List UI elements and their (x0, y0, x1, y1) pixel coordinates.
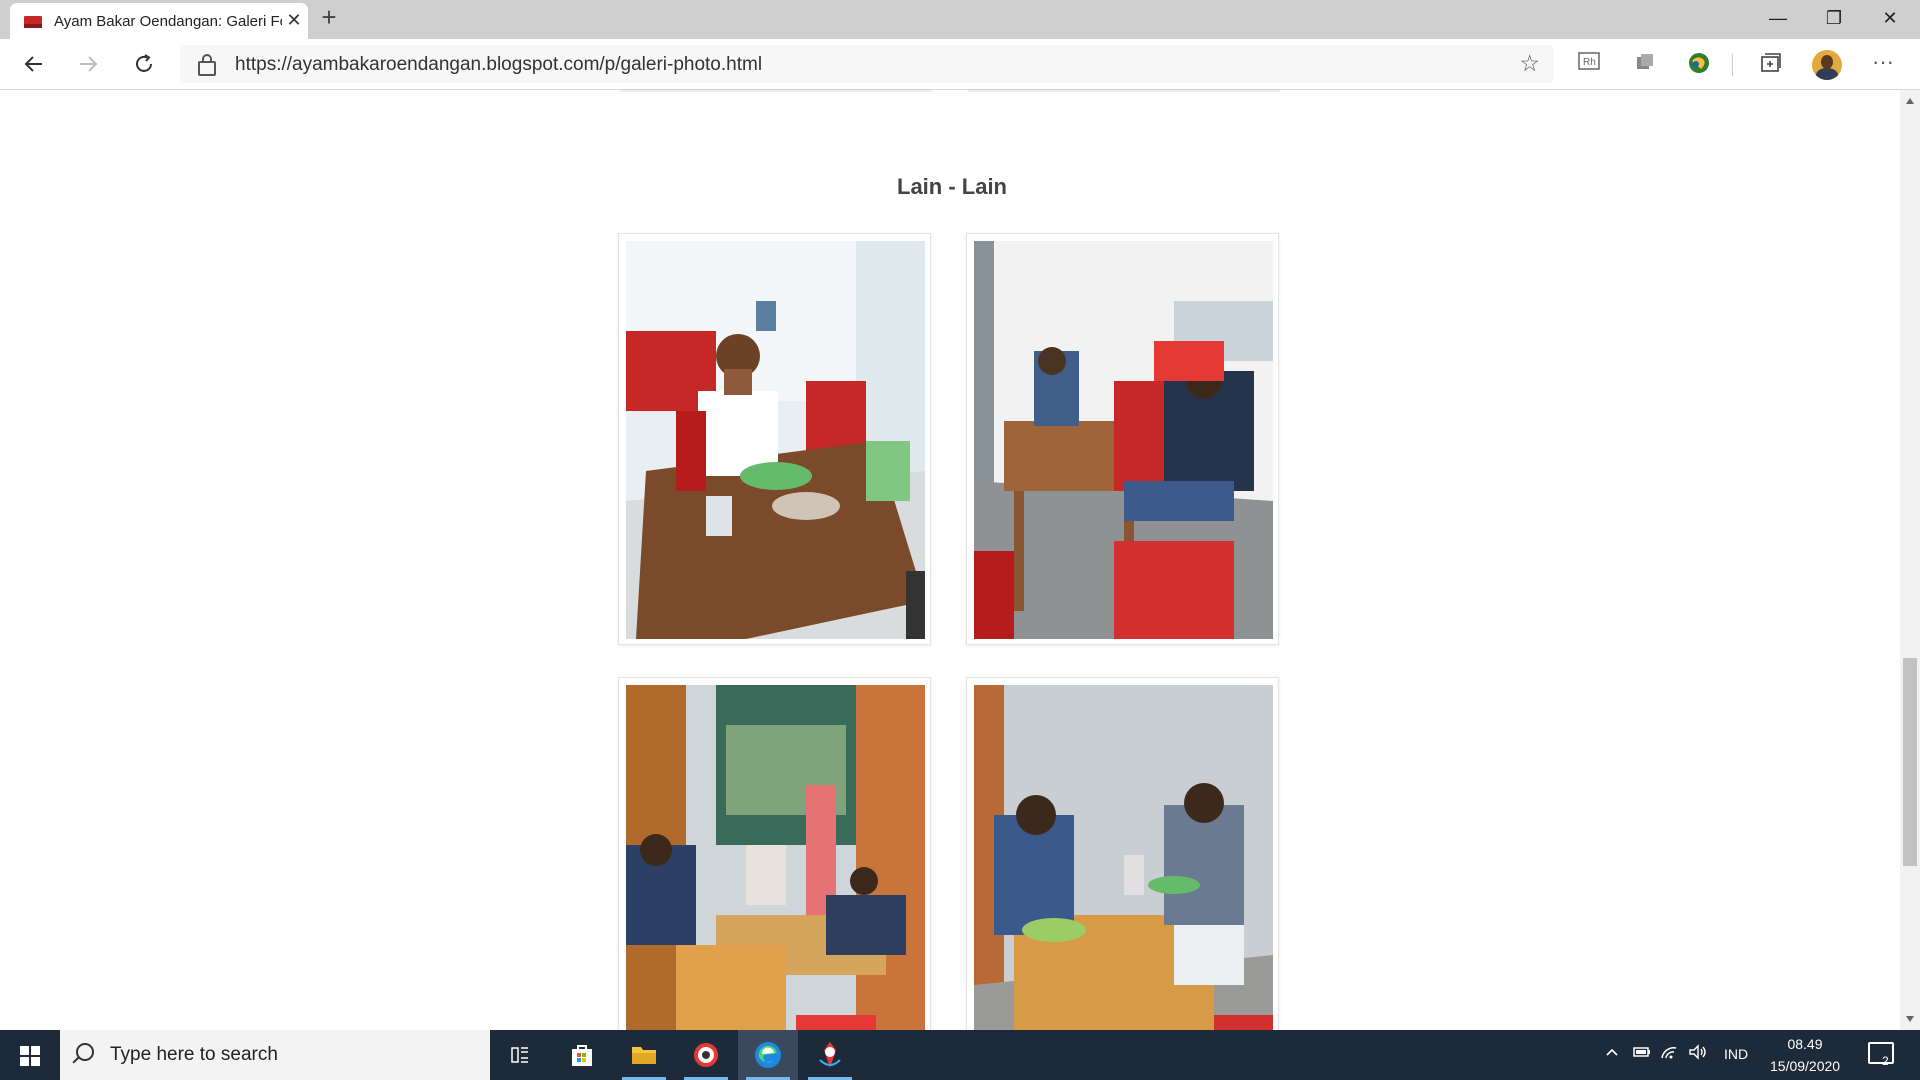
notification-count-badge: 2 (1882, 1054, 1889, 1068)
system-clock[interactable]: 08.49 15/09/2020 (1770, 1033, 1840, 1077)
globe-extension-icon[interactable] (1686, 51, 1712, 77)
scroll-down-arrow-icon[interactable] (1906, 1016, 1914, 1022)
volume-icon[interactable] (1688, 1044, 1708, 1065)
section-heading: Lain - Lain (897, 174, 1007, 199)
gallery-photo-4[interactable] (966, 677, 1279, 1030)
windows-logo-icon-part (31, 1057, 40, 1066)
tab-strip: Ayam Bakar Oendangan: Galeri Foto ✕ + — … (0, 0, 1920, 39)
forward-button[interactable] (72, 48, 104, 80)
clock-time: 08.49 (1787, 1036, 1823, 1052)
search-icon (76, 1043, 94, 1061)
photo-image (974, 685, 1273, 1030)
taskbar-store-app[interactable] (552, 1030, 612, 1080)
windows-logo-icon-part (20, 1057, 29, 1066)
previous-photo-edge (620, 90, 932, 92)
taskbar-media-app[interactable] (676, 1030, 736, 1080)
minimize-button[interactable]: — (1750, 0, 1806, 36)
scrollbar-thumb[interactable] (1903, 658, 1917, 866)
refresh-icon (136, 54, 152, 72)
browser-tab[interactable]: Ayam Bakar Oendangan: Galeri Foto ✕ (10, 3, 308, 39)
input-language[interactable]: IND (1724, 1046, 1748, 1062)
gallery-photo-2[interactable] (966, 233, 1279, 645)
search-placeholder: Type here to search (110, 1044, 278, 1065)
profile-avatar[interactable] (1812, 50, 1842, 80)
photo-image (626, 685, 925, 1030)
photo-image (974, 241, 1273, 639)
windows-taskbar: Type here to search IND 08.49 15/09/2020… (0, 1030, 1920, 1080)
arrow-left-icon (24, 56, 42, 72)
scroll-up-arrow-icon[interactable] (1906, 98, 1914, 104)
taskbar-screen-recorder[interactable] (800, 1030, 860, 1080)
lock-icon (198, 54, 216, 76)
read-aloud-icon[interactable]: Rh (1576, 51, 1602, 77)
taskbar-edge-browser[interactable] (738, 1030, 798, 1080)
browser-toolbar: https://ayambakaroendangan.blogspot.com/… (0, 39, 1920, 90)
store-icon (572, 1045, 592, 1066)
edge-icon (755, 1042, 781, 1068)
refresh-button[interactable] (128, 48, 160, 80)
windows-logo-icon-part (31, 1046, 40, 1055)
svg-text:Rh: Rh (1583, 57, 1596, 68)
previous-photo-edge (968, 90, 1280, 92)
media-player-icon (694, 1043, 718, 1067)
new-tab-button[interactable]: + (316, 4, 342, 31)
site-favicon-icon (24, 16, 42, 28)
restore-button[interactable]: ❐ (1806, 0, 1862, 36)
address-bar[interactable]: https://ayambakaroendangan.blogspot.com/… (180, 45, 1554, 83)
recorder-icon (819, 1042, 841, 1068)
favorite-star-icon[interactable]: ☆ (1519, 50, 1540, 77)
more-options-icon[interactable]: ··· (1870, 49, 1896, 75)
wifi-icon[interactable] (1660, 1044, 1678, 1065)
show-hidden-icons-icon[interactable] (1604, 1044, 1620, 1065)
folder-icon (632, 1047, 656, 1064)
toolbar-divider (1732, 54, 1733, 76)
clock-date: 15/09/2020 (1770, 1058, 1841, 1074)
gallery-photo-3[interactable] (618, 677, 931, 1030)
start-button[interactable] (0, 1030, 60, 1080)
battery-icon[interactable] (1632, 1044, 1652, 1065)
task-view-icon (511, 1047, 528, 1063)
windows-logo-icon (20, 1046, 29, 1055)
tab-close-icon[interactable]: ✕ (284, 10, 304, 30)
back-button[interactable] (18, 48, 50, 80)
taskbar-file-explorer[interactable] (614, 1030, 674, 1080)
gallery-photo-1[interactable] (618, 233, 931, 645)
tab-title: Ayam Bakar Oendangan: Galeri Foto (54, 13, 282, 30)
extensions-icon[interactable] (1632, 51, 1658, 77)
vertical-scrollbar[interactable] (1900, 90, 1920, 1030)
url-text[interactable]: https://ayambakaroendangan.blogspot.com/… (235, 54, 762, 76)
task-view-button[interactable] (490, 1030, 550, 1080)
collections-icon[interactable] (1758, 51, 1784, 77)
arrow-right-icon (80, 56, 98, 72)
photo-image (626, 241, 925, 639)
taskbar-search-box[interactable]: Type here to search (60, 1030, 490, 1080)
close-window-button[interactable]: ✕ (1862, 0, 1918, 36)
page-content: Lain - Lain (0, 90, 1900, 1030)
